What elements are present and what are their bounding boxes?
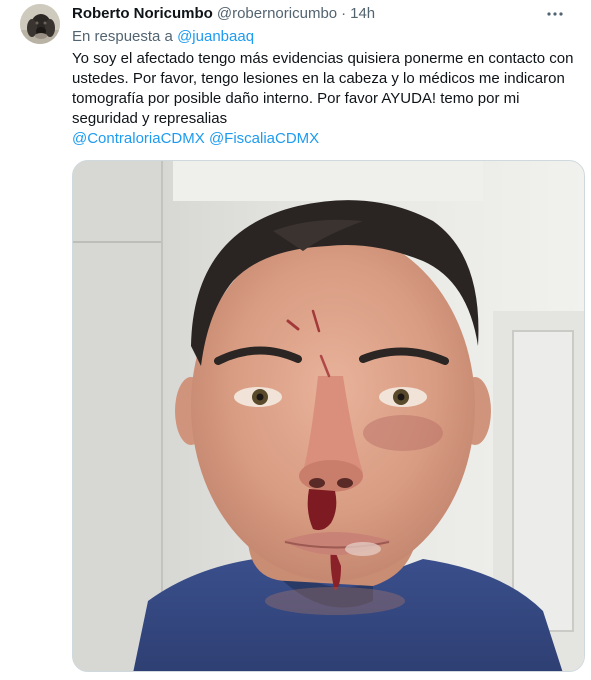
tweet-text: Yo soy el afectado tengo más evidencias … (72, 49, 578, 149)
tweet-mentions: @ContraloriaCDMX @FiscaliaCDMX (72, 129, 578, 149)
dog-avatar-icon (20, 4, 60, 44)
avatar[interactable] (20, 4, 60, 44)
more-horizontal-icon (547, 12, 563, 16)
reply-prefix: En respuesta a (72, 28, 173, 45)
author-display-name[interactable]: Roberto Noricumbo (72, 4, 213, 24)
reply-to-link[interactable]: @juanbaaq (177, 28, 254, 45)
mention-link[interactable]: @FiscaliaCDMX (209, 130, 319, 147)
reply-context: En respuesta a @juanbaaq (72, 27, 254, 47)
tweet-header: Roberto Noricumbo @robernoricumbo · 14h (72, 4, 573, 24)
time-separator: · (341, 5, 347, 22)
tweet-timestamp[interactable]: 14h (350, 4, 375, 24)
tweet-body: Yo soy el afectado tengo más evidencias … (72, 50, 574, 127)
mention-link[interactable]: @ContraloriaCDMX (72, 130, 205, 147)
tweet[interactable]: Roberto Noricumbo @robernoricumbo · 14h … (0, 0, 591, 680)
photo-image (73, 161, 584, 671)
tweet-photo[interactable] (72, 160, 585, 672)
author-handle[interactable]: @robernoricumbo (217, 4, 337, 24)
more-options-button[interactable] (543, 2, 567, 26)
